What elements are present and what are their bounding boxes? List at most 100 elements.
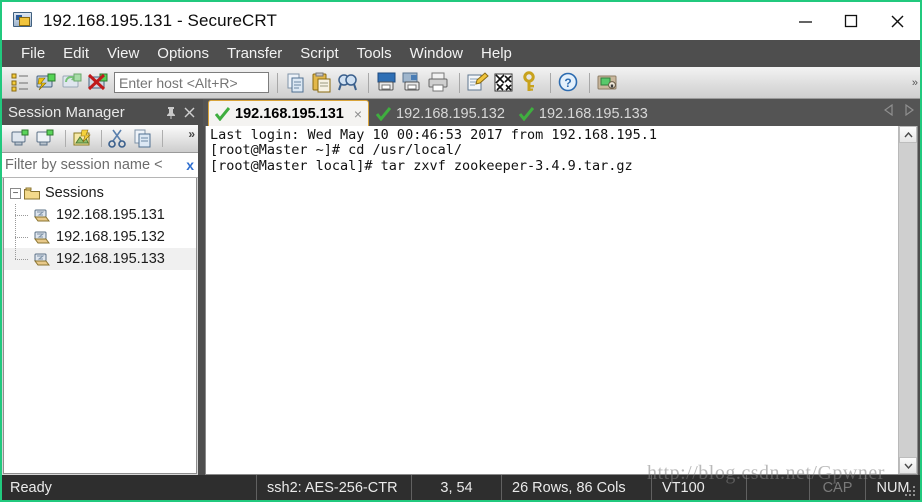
tree-node-label: Sessions (45, 185, 104, 201)
scroll-down-icon[interactable] (899, 457, 917, 474)
menu-transfer[interactable]: Transfer (218, 42, 291, 65)
terminal-line: [root@Master ~]# cd /usr/local/ (210, 142, 462, 159)
menu-tools[interactable]: Tools (348, 42, 401, 65)
copy-icon[interactable] (284, 71, 308, 94)
tree-item-session-1[interactable]: 192.168.195.131 (4, 204, 196, 226)
tab-next-icon[interactable] (903, 103, 915, 121)
main-body: Session Manager » Filter by session name… (2, 99, 920, 475)
tab-label: 192.168.195.131 (235, 105, 344, 122)
resize-grip[interactable] (905, 486, 917, 498)
menu-help[interactable]: Help (472, 42, 521, 65)
main-toolbar: ? » (2, 67, 920, 99)
menu-options[interactable]: Options (148, 42, 218, 65)
log-session-icon[interactable] (401, 71, 425, 94)
pin-icon[interactable] (162, 102, 180, 122)
copy-icon[interactable] (132, 128, 155, 149)
tree-item-label: 192.168.195.133 (56, 251, 165, 267)
properties-icon[interactable] (71, 128, 94, 149)
toolbar-separator (459, 72, 460, 93)
scrollbar-track[interactable] (899, 143, 917, 457)
session-manager-header: Session Manager (2, 99, 198, 125)
session-icon (34, 208, 51, 222)
session-filter-input[interactable]: Filter by session name < (2, 157, 182, 173)
toolbar-separator (162, 130, 163, 147)
cut-icon[interactable] (107, 128, 130, 149)
paste-icon[interactable] (310, 71, 334, 94)
status-emulation: VT100 (652, 475, 747, 500)
print-icon[interactable] (427, 71, 451, 94)
folder-icon (24, 187, 40, 200)
terminal-line: Last login: Wed May 10 00:46:53 2017 fro… (210, 127, 658, 143)
reconnect-icon[interactable] (60, 71, 84, 94)
find-icon[interactable] (336, 71, 360, 94)
status-terminal-size: 26 Rows, 86 Cols (502, 475, 652, 500)
session-filter-row: Filter by session name < x (2, 153, 198, 178)
terminal-line: [root@Master local]# tar zxvf zookeeper-… (210, 157, 633, 174)
print-screen-icon[interactable] (375, 71, 399, 94)
session-icon (34, 252, 51, 266)
session-manager-title: Session Manager (8, 103, 125, 121)
menu-script[interactable]: Script (291, 42, 347, 65)
close-button[interactable] (874, 2, 920, 40)
terminal-area: Last login: Wed May 10 00:46:53 2017 fro… (205, 126, 918, 475)
help-icon[interactable]: ? (557, 71, 581, 94)
toolbar-overflow[interactable]: » (912, 77, 918, 89)
terminal-scrollbar[interactable] (898, 126, 917, 474)
clear-filter-icon[interactable]: x (182, 157, 198, 173)
host-input[interactable] (114, 72, 269, 93)
disconnect-icon[interactable] (86, 71, 110, 94)
connect-icon[interactable] (34, 71, 58, 94)
securecrt-window: 192.168.195.131 - SecureCRT File Edit Vi… (0, 0, 922, 502)
scroll-up-icon[interactable] (899, 126, 917, 143)
tab-label: 192.168.195.132 (396, 106, 505, 122)
menu-file[interactable]: File (12, 42, 54, 65)
tab-192-168-195-132[interactable]: 192.168.195.132 (369, 102, 512, 126)
session-manager-close-icon[interactable] (180, 102, 198, 122)
expander-icon[interactable]: − (10, 187, 21, 199)
svg-text:?: ? (564, 76, 571, 90)
tree-node-sessions[interactable]: − Sessions (4, 182, 196, 204)
connected-check-icon (375, 107, 392, 122)
toolbar-separator (277, 72, 278, 93)
new-folder-icon[interactable] (35, 128, 58, 149)
tab-label: 192.168.195.133 (538, 106, 648, 122)
toolbar-separator (550, 72, 551, 93)
maximize-button[interactable] (828, 2, 874, 40)
menu-edit[interactable]: Edit (54, 42, 98, 65)
secure-shell-icon[interactable] (596, 71, 620, 94)
edit-default-session-icon[interactable] (466, 71, 490, 94)
toolbar-separator (368, 72, 369, 93)
connected-check-icon (518, 107, 535, 122)
session-manager-icon[interactable] (8, 71, 32, 94)
window-controls (782, 2, 920, 40)
session-manager-toolbar: » (2, 125, 198, 153)
menu-window[interactable]: Window (401, 42, 472, 65)
connected-check-icon (214, 106, 231, 121)
status-spacer (747, 475, 810, 500)
tab-navigation (883, 103, 915, 121)
tree-item-session-3[interactable]: 192.168.195.133 (4, 248, 196, 270)
minimize-button[interactable] (782, 2, 828, 40)
window-title: 192.168.195.131 - SecureCRT (43, 11, 277, 30)
menu-bar: File Edit View Options Transfer Script T… (2, 40, 920, 67)
session-icon (34, 230, 51, 244)
terminal-output[interactable]: Last login: Wed May 10 00:46:53 2017 fro… (206, 126, 898, 474)
session-toolbar-overflow[interactable]: » (188, 127, 195, 141)
tab-prev-icon[interactable] (883, 103, 895, 121)
tab-192-168-195-133[interactable]: 192.168.195.133 (512, 102, 655, 126)
tab-192-168-195-131[interactable]: 192.168.195.131 × (208, 100, 370, 126)
session-manager-panel: Session Manager » Filter by session name… (2, 99, 198, 475)
toolbar-separator (589, 72, 590, 93)
chat-window-icon[interactable] (492, 71, 516, 94)
session-tree: − Sessions 192.168.195.131 192.168.195.1… (3, 178, 197, 474)
title-bar: 192.168.195.131 - SecureCRT (2, 2, 920, 40)
menu-view[interactable]: View (98, 42, 148, 65)
tab-close-icon[interactable]: × (354, 106, 362, 122)
key-icon[interactable] (518, 71, 542, 94)
terminal-pane: 192.168.195.131 × 192.168.195.132 192.16… (203, 99, 920, 475)
status-cursor-position: 3, 54 (412, 475, 502, 500)
toolbar-separator (65, 130, 66, 147)
securecrt-app-icon (13, 12, 33, 30)
new-session-icon[interactable] (10, 128, 33, 149)
tree-item-session-2[interactable]: 192.168.195.132 (4, 226, 196, 248)
